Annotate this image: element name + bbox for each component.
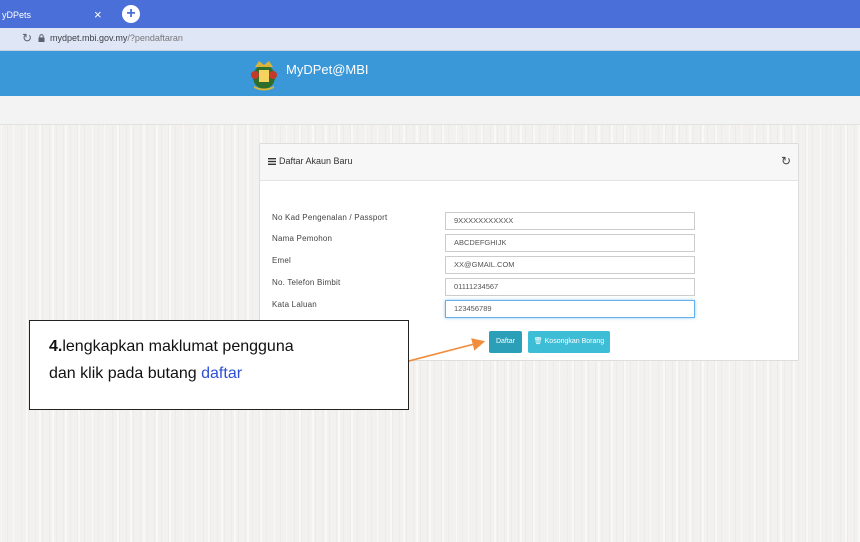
ic-passport-label: No Kad Pengenalan / Passport <box>272 213 388 222</box>
instruction-highlight: daftar <box>201 365 243 382</box>
panel-header: Daftar Akaun Baru ↻ <box>260 144 798 181</box>
site-title: MyDPet@MBI <box>286 62 369 77</box>
lock-icon <box>38 34 45 42</box>
clear-form-button[interactable]: 🗑 Kosongkan Borang <box>528 331 610 353</box>
ic-passport-field[interactable]: 9XXXXXXXXXXX <box>445 212 695 230</box>
url-path: /?pendaftaran <box>127 33 183 43</box>
refresh-icon[interactable]: ↻ <box>781 154 791 168</box>
browser-tab-title: yDPets <box>2 10 32 20</box>
applicant-name-label: Nama Pemohon <box>272 234 333 243</box>
email-field[interactable]: XX@GMAIL.COM <box>445 256 695 274</box>
panel-title: Daftar Akaun Baru <box>268 156 353 166</box>
reload-icon[interactable]: ↻ <box>22 31 32 45</box>
password-label: Kata Laluan <box>272 300 317 309</box>
clear-form-label: Kosongkan Borang <box>544 338 605 345</box>
site-header: MyDPet@MBI <box>0 51 860 96</box>
applicant-name-field[interactable]: ABCDEFGHIJK <box>445 234 695 252</box>
sub-navigation-bar <box>0 96 860 125</box>
new-tab-button[interactable]: + <box>122 5 140 23</box>
instruction-callout: 4.lengkapkan maklumat pengguna dan klik … <box>29 320 409 410</box>
instruction-step-number: 4. <box>49 338 63 355</box>
instruction-line-1: lengkapkan maklumat pengguna <box>62 338 294 355</box>
email-label: Emel <box>272 256 292 265</box>
address-bar[interactable]: ↻ mydpet.mbi.gov.my/?pendaftaran <box>0 28 860 51</box>
url-text[interactable]: mydpet.mbi.gov.my/?pendaftaran <box>50 33 183 43</box>
close-tab-icon[interactable]: × <box>94 7 102 22</box>
trash-icon: 🗑 <box>533 338 545 345</box>
browser-tab-bar: yDPets × + <box>0 0 860 28</box>
mobile-phone-label: No. Telefon Bimbit <box>272 278 341 287</box>
mobile-phone-field[interactable]: 01111234567 <box>445 278 695 296</box>
instruction-text: 4.lengkapkan maklumat pengguna dan klik … <box>49 333 399 387</box>
crest-logo-icon <box>251 61 277 91</box>
browser-tab[interactable]: yDPets × <box>0 4 120 28</box>
panel-title-text: Daftar Akaun Baru <box>279 156 353 166</box>
instruction-line-2: dan klik pada butang <box>49 365 202 382</box>
list-icon <box>268 158 276 165</box>
register-button[interactable]: Daftar <box>489 331 522 353</box>
url-host: mydpet.mbi.gov.my <box>50 33 128 43</box>
password-field[interactable]: 123456789 <box>445 300 695 318</box>
